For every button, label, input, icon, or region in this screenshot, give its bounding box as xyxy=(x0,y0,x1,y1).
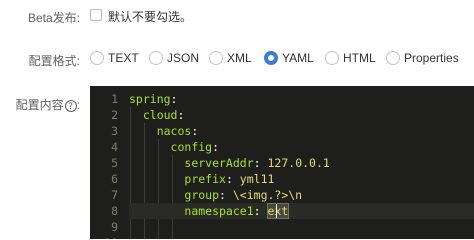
radio-json-label: JSON xyxy=(167,51,200,65)
radio-text[interactable]: TEXT xyxy=(90,47,139,69)
radio-circle-icon xyxy=(90,51,104,65)
radio-html[interactable]: HTML xyxy=(325,47,376,69)
code-line: 2 cloud: xyxy=(90,107,474,123)
content-label-text: 配置内容 xyxy=(15,98,64,112)
text-cursor xyxy=(276,204,277,218)
line-number: 1 xyxy=(111,92,118,106)
yaml-value: \<img.?>\n xyxy=(232,188,303,202)
radio-text-label: TEXT xyxy=(108,51,139,65)
code-line: 1 spring: xyxy=(90,91,474,107)
line-number: 6 xyxy=(111,172,118,186)
line-number: 8 xyxy=(111,204,118,218)
line-number: 4 xyxy=(111,140,118,154)
line-number: 2 xyxy=(111,108,118,122)
beta-checkbox[interactable] xyxy=(90,9,102,21)
yaml-key: nacos xyxy=(156,124,192,138)
yaml-key: group xyxy=(184,188,220,202)
radio-yaml[interactable]: YAML xyxy=(264,47,314,69)
yaml-key: config xyxy=(170,140,213,154)
radio-circle-icon xyxy=(149,51,163,65)
line-number: 9 xyxy=(111,220,118,234)
yaml-value: yml11 xyxy=(239,172,275,186)
yaml-key: namespace1 xyxy=(184,204,254,218)
yaml-key: cloud xyxy=(142,108,178,122)
radio-circle-icon xyxy=(325,51,339,65)
content-label: 配置内容?: xyxy=(16,96,80,113)
radio-properties[interactable]: Properties xyxy=(386,47,459,69)
code-line: 3 nacos: xyxy=(90,123,474,139)
beta-checkbox-label[interactable]: 默认不要勾选。 xyxy=(108,8,192,25)
code-editor[interactable]: 1 spring: 2 cloud: 3 nacos: 4 config: 5 … xyxy=(90,86,474,239)
code-line: 4 config: xyxy=(90,139,474,155)
code-line: 5 serverAddr: 127.0.0.1 xyxy=(90,155,474,171)
radio-json[interactable]: JSON xyxy=(149,47,199,69)
code-line: 10 xyxy=(90,235,474,239)
code-line: 8 namespace1: ext xyxy=(90,203,474,219)
radio-html-label: HTML xyxy=(343,51,376,65)
radio-checked-icon xyxy=(264,51,278,65)
radio-properties-label: Properties xyxy=(404,51,459,65)
yaml-key: prefix xyxy=(184,172,226,186)
line-number: 7 xyxy=(111,188,118,202)
radio-yaml-label: YAML xyxy=(282,51,314,65)
content-label-colon: : xyxy=(76,98,80,112)
beta-label: Beta发布: xyxy=(27,11,80,25)
radio-circle-icon xyxy=(386,51,400,65)
format-label: 配置格式: xyxy=(28,54,80,68)
radio-xml-label: XML xyxy=(227,51,252,65)
help-icon[interactable]: ? xyxy=(64,99,77,112)
yaml-key: serverAddr xyxy=(184,156,254,170)
code-line: 6 prefix: yml11 xyxy=(90,171,474,187)
selected-text: ext xyxy=(266,203,290,219)
line-number: 5 xyxy=(111,156,118,170)
code-line: 9 xyxy=(90,219,474,235)
radio-circle-icon xyxy=(209,51,223,65)
radio-xml[interactable]: XML xyxy=(209,47,252,69)
line-number: 3 xyxy=(111,124,118,138)
code-line: 7 group: \<img.?>\n xyxy=(90,187,474,203)
yaml-key: spring xyxy=(129,92,171,106)
line-number: 10 xyxy=(90,235,118,239)
yaml-value: 127.0.0.1 xyxy=(267,156,330,170)
